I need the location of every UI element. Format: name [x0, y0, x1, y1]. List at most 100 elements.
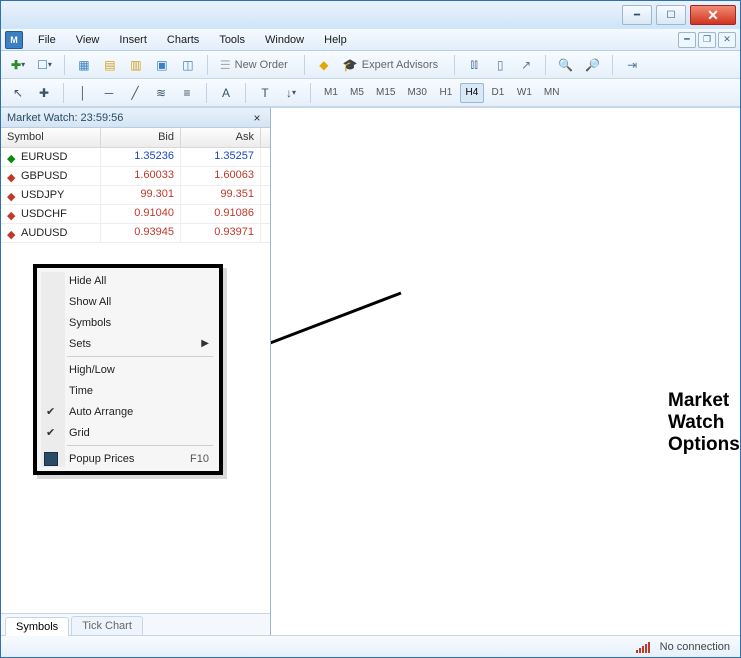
vertical-line-button[interactable]: │: [72, 82, 94, 104]
window-titlebar: ━ ☐ ✕: [1, 1, 740, 29]
trendline-button[interactable]: ╱: [124, 82, 146, 104]
mdi-close-button[interactable]: ✕: [718, 32, 736, 48]
window-maximize-button[interactable]: ☐: [656, 5, 686, 25]
market-watch-titlebar: Market Watch: 23:59:56 ×: [1, 108, 270, 128]
horizontal-line-button[interactable]: ─: [98, 82, 120, 104]
cm-sets[interactable]: Sets ▶: [39, 333, 217, 354]
new-order-button[interactable]: ☰New Order: [216, 54, 296, 76]
menu-tools[interactable]: Tools: [210, 31, 254, 49]
direction-icon: ◆: [7, 190, 17, 200]
cm-auto-arrange[interactable]: ✔Auto Arrange: [39, 401, 217, 422]
navigator-toggle[interactable]: ▥: [125, 54, 147, 76]
symbol-row[interactable]: ◆USDCHF0.910400.91086: [1, 205, 270, 224]
timeframe-h1[interactable]: H1: [434, 83, 458, 103]
data-window-toggle[interactable]: ▤: [99, 54, 121, 76]
submenu-arrow-icon: ▶: [201, 338, 209, 349]
menu-help[interactable]: Help: [315, 31, 356, 49]
hat-icon: 🎓: [343, 58, 358, 72]
separator: [63, 83, 64, 103]
candle-chart-button[interactable]: ▯: [489, 54, 511, 76]
symbol-row[interactable]: ◆USDJPY99.30199.351: [1, 186, 270, 205]
market-watch-title: Market Watch: 23:59:56: [7, 112, 123, 124]
channel-button[interactable]: ≋: [150, 82, 172, 104]
symbol-name: EURUSD: [21, 151, 67, 163]
crosshair-button[interactable]: ✚: [33, 82, 55, 104]
symbol-row[interactable]: ◆AUDUSD0.939450.93971: [1, 224, 270, 243]
timeframe-m30[interactable]: M30: [402, 83, 431, 103]
separator: [64, 55, 65, 75]
symbol-name: AUDUSD: [21, 227, 67, 239]
market-watch-toggle[interactable]: ▦: [73, 54, 95, 76]
tab-symbols[interactable]: Symbols: [5, 617, 69, 636]
cm-show-all[interactable]: Show All: [39, 291, 217, 312]
arrows-button[interactable]: ↓▾: [280, 82, 302, 104]
window-close-button[interactable]: ✕: [690, 5, 736, 25]
bid-value: 1.35236: [101, 148, 181, 166]
cm-hide-all[interactable]: Hide All: [39, 270, 217, 291]
diamond-icon: ◆: [319, 58, 328, 72]
mdi-minimize-button[interactable]: ━: [678, 32, 696, 48]
cm-high-low[interactable]: High/Low: [39, 359, 217, 380]
cursor-icon: ↖: [13, 86, 23, 100]
timeframe-mn[interactable]: MN: [539, 83, 565, 103]
cm-symbols-label: Symbols: [69, 317, 111, 329]
new-chart-button[interactable]: ✚▾: [7, 54, 29, 76]
cm-popup-prices[interactable]: Popup PricesF10: [39, 448, 217, 469]
label-icon: T: [261, 86, 268, 100]
expert-advisors-button[interactable]: 🎓Expert Advisors: [339, 54, 446, 76]
column-ask[interactable]: Ask: [181, 128, 261, 147]
menu-window[interactable]: Window: [256, 31, 313, 49]
bid-value: 0.93945: [101, 224, 181, 242]
window-minimize-button[interactable]: ━: [622, 5, 652, 25]
symbol-row[interactable]: ◆GBPUSD1.600331.60063: [1, 167, 270, 186]
line-chart-button[interactable]: ↗: [515, 54, 537, 76]
menu-charts[interactable]: Charts: [158, 31, 208, 49]
timeframe-m5[interactable]: M5: [345, 83, 369, 103]
menu-insert[interactable]: Insert: [110, 31, 156, 49]
timeframe-w1[interactable]: W1: [512, 83, 537, 103]
menu-file[interactable]: File: [29, 31, 65, 49]
timeframe-h4[interactable]: H4: [460, 83, 484, 103]
profiles-button[interactable]: ☐▾: [33, 54, 56, 76]
separator: [304, 55, 305, 75]
menu-view[interactable]: View: [67, 31, 109, 49]
market-watch-tabs: Symbols Tick Chart: [1, 613, 270, 635]
direction-icon: ◆: [7, 228, 17, 238]
terminal-icon: ▣: [156, 58, 167, 72]
zoom-in-button[interactable]: 🔍: [554, 54, 577, 76]
timeframe-buttons: M1M5M15M30H1H4D1W1MN: [319, 83, 564, 103]
bar-chart-button[interactable]: ⫾⫾: [463, 54, 485, 76]
cm-sets-label: Sets: [69, 338, 91, 350]
fibo-button[interactable]: ≡: [176, 82, 198, 104]
text-button[interactable]: A: [215, 82, 237, 104]
connection-bars-icon: [636, 641, 650, 653]
tab-tick-chart[interactable]: Tick Chart: [71, 616, 143, 635]
mdi-restore-button[interactable]: ❐: [698, 32, 716, 48]
column-symbol[interactable]: Symbol: [1, 128, 101, 147]
cm-time[interactable]: Time: [39, 380, 217, 401]
column-bid[interactable]: Bid: [101, 128, 181, 147]
panel-icon: ▤: [104, 58, 115, 72]
separator: [454, 55, 455, 75]
bid-value: 99.301: [101, 186, 181, 204]
terminal-toggle[interactable]: ▣: [151, 54, 173, 76]
text-label-button[interactable]: T: [254, 82, 276, 104]
cm-hide-all-label: Hide All: [69, 275, 106, 287]
cursor-button[interactable]: ↖: [7, 82, 29, 104]
timeframe-d1[interactable]: D1: [486, 83, 510, 103]
symbol-row[interactable]: ◆EURUSD1.352361.35257: [1, 148, 270, 167]
ask-value: 1.60063: [181, 167, 261, 185]
market-watch-close-button[interactable]: ×: [250, 111, 264, 125]
app-icon: M: [5, 31, 23, 49]
cm-grid[interactable]: ✔Grid: [39, 422, 217, 443]
cm-symbols[interactable]: Symbols: [39, 312, 217, 333]
strategy-tester-toggle[interactable]: ◫: [177, 54, 199, 76]
status-bar: No connection: [1, 635, 740, 657]
timeframe-m1[interactable]: M1: [319, 83, 343, 103]
zoom-out-button[interactable]: 🔎: [581, 54, 604, 76]
timeframe-m15[interactable]: M15: [371, 83, 400, 103]
toolbar-line-studies: ↖ ✚ │ ─ ╱ ≋ ≡ A T ↓▾ M1M5M15M30H1H4D1W1M…: [1, 79, 740, 107]
context-menu-separator: [67, 356, 213, 357]
metaeditor-button[interactable]: ◆: [313, 54, 335, 76]
auto-scroll-button[interactable]: ⇥: [621, 54, 643, 76]
